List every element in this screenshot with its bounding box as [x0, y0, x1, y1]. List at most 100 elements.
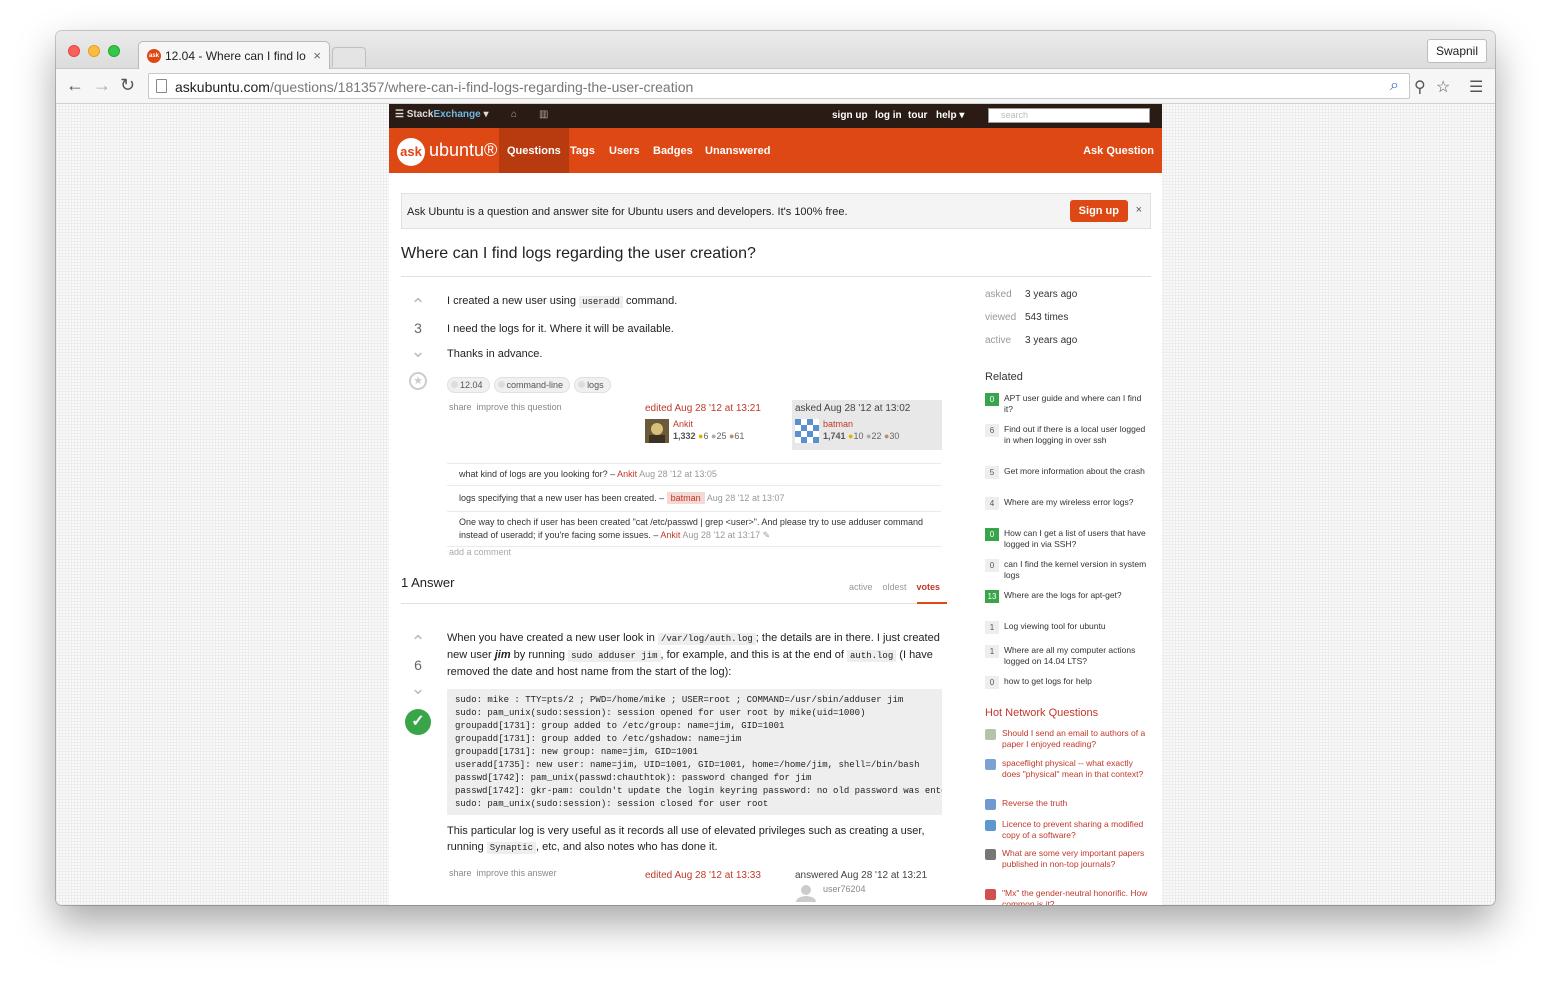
editor-name[interactable]: Ankit	[673, 419, 693, 429]
upvote-arrow-icon[interactable]: ⌃	[405, 633, 431, 651]
nav-users[interactable]: Users	[601, 128, 648, 173]
divider	[401, 276, 1151, 277]
search-lens-icon[interactable]: ⌕	[1390, 77, 1399, 95]
stat-label: viewed	[985, 312, 1017, 323]
profile-button[interactable]: Swapnil	[1426, 39, 1487, 63]
comment-date[interactable]: Aug 28 '12 at 13:17 ✎	[682, 530, 770, 540]
signup-button[interactable]: Sign up	[1069, 200, 1128, 222]
stat-value[interactable]: 3 years ago	[1025, 335, 1077, 346]
askubuntu-logo[interactable]: ask	[397, 138, 425, 166]
browser-tab[interactable]: ask 12.04 - Where can I find lo ×	[138, 41, 330, 69]
downvote-arrow-icon[interactable]: ⌄	[405, 679, 431, 697]
hot-network-heading[interactable]: Hot Network Questions	[985, 707, 1098, 719]
edited-timestamp[interactable]: edited Aug 28 '12 at 13:21	[645, 403, 789, 414]
nav-tags[interactable]: Tags	[562, 128, 603, 173]
achievements-icon[interactable]: ▥	[539, 109, 548, 120]
sort-oldest[interactable]: oldest	[883, 582, 907, 592]
tag-12-04[interactable]: 12.04	[447, 377, 490, 393]
related-title[interactable]: How can I get a list of users that have …	[1004, 528, 1149, 550]
improve-answer-link[interactable]: improve this answer	[477, 868, 557, 878]
share-link[interactable]: share	[449, 402, 472, 412]
ubuntu-wordmark[interactable]: ubuntu®	[429, 140, 497, 161]
related-title[interactable]: Where are all my computer actions logged…	[1004, 645, 1149, 667]
inbox-icon[interactable]: ⌂	[511, 109, 517, 120]
sort-active[interactable]: active	[849, 582, 873, 592]
maximize-window-button[interactable]	[108, 45, 120, 57]
comment-user[interactable]: Ankit	[660, 530, 680, 540]
forward-arrow-icon[interactable]: →	[93, 75, 111, 96]
login-link[interactable]: log in	[875, 110, 902, 121]
stat-value[interactable]: 3 years ago	[1025, 289, 1077, 300]
related-title[interactable]: can I find the kernel version in system …	[1004, 559, 1149, 581]
related-title[interactable]: Where are the logs for apt-get?	[1004, 590, 1149, 601]
close-notice-icon[interactable]: ×	[1136, 204, 1142, 216]
comment: One way to chech if user has been create…	[447, 511, 941, 547]
comment-user[interactable]: batman	[666, 492, 705, 504]
question-vote-count: 3	[414, 320, 422, 336]
answer-body-p2: This particular log is very useful as it…	[447, 823, 947, 856]
favorite-star-icon[interactable]: ★	[409, 372, 427, 390]
answered-timestamp[interactable]: answered Aug 28 '12 at 13:21	[795, 870, 939, 881]
hot-question-title[interactable]: What are some very important papers publ…	[1002, 848, 1152, 870]
site-favicon-icon	[985, 849, 996, 860]
add-comment-link[interactable]: add a comment	[449, 547, 511, 557]
bookmark-star-icon[interactable]: ☆	[1436, 77, 1450, 97]
address-bar[interactable]: askubuntu.com/questions/181357/where-can…	[148, 73, 1410, 99]
tag-command-line[interactable]: command-line	[493, 377, 571, 393]
new-tab-button[interactable]	[332, 47, 366, 67]
hot-question-title[interactable]: Reverse the truth	[1002, 798, 1152, 809]
related-title[interactable]: APT user guide and where can I find it?	[1004, 393, 1149, 415]
user76204-avatar[interactable]	[795, 884, 817, 902]
close-window-button[interactable]	[68, 45, 80, 57]
nav-badges[interactable]: Badges	[645, 128, 701, 173]
back-arrow-icon[interactable]: ←	[66, 75, 84, 96]
related-title[interactable]: Log viewing tool for ubuntu	[1004, 621, 1149, 632]
search-input[interactable]: search	[988, 108, 1150, 123]
menu-icon[interactable]: ☰	[1469, 77, 1483, 97]
stat-label: active	[985, 335, 1012, 346]
upvote-arrow-icon[interactable]: ⌃	[405, 296, 431, 314]
comment-date[interactable]: Aug 28 '12 at 13:05	[639, 469, 717, 479]
owner-name[interactable]: batman	[823, 419, 853, 429]
inline-code: useradd	[579, 296, 623, 308]
hot-question-title[interactable]: spaceflight physical -- what exactly doe…	[1002, 758, 1152, 780]
url-path: /questions/181357/where-can-i-find-logs-…	[269, 79, 694, 95]
reload-icon[interactable]: ↻	[120, 75, 135, 96]
comment-user[interactable]: Ankit	[617, 469, 637, 479]
minimize-window-button[interactable]	[88, 45, 100, 57]
answer-edited-timestamp[interactable]: edited Aug 28 '12 at 13:33	[645, 870, 789, 881]
nav-unanswered[interactable]: Unanswered	[697, 128, 778, 173]
zoom-icon[interactable]: ⚲	[1414, 77, 1426, 97]
hot-question-title[interactable]: Should I send an email to authors of a p…	[1002, 728, 1152, 750]
question-title[interactable]: Where can I find logs regarding the user…	[401, 245, 756, 263]
tab-close-icon[interactable]: ×	[313, 48, 321, 63]
tag-logs[interactable]: logs	[574, 377, 611, 393]
hot-question-title[interactable]: "Mx" the gender-neutral honorific. How c…	[1002, 888, 1152, 905]
stat-viewed: viewed 543 times	[985, 312, 1068, 323]
help-link[interactable]: help ▾	[936, 110, 964, 121]
asked-timestamp[interactable]: asked Aug 28 '12 at 13:02	[795, 403, 939, 414]
answerer-name[interactable]: user76204	[823, 884, 866, 894]
related-title[interactable]: Get more information about the crash	[1004, 466, 1149, 477]
sort-votes[interactable]: votes	[917, 582, 941, 592]
ask-question-button[interactable]: Ask Question	[1075, 128, 1162, 173]
signup-link[interactable]: sign up	[832, 110, 868, 121]
nav-questions[interactable]: Questions	[499, 128, 569, 173]
related-title[interactable]: how to get logs for help	[1004, 676, 1149, 687]
related-title[interactable]: Where are my wireless error logs?	[1004, 497, 1149, 508]
downvote-arrow-icon[interactable]: ⌄	[405, 342, 431, 360]
site-favicon-icon	[985, 799, 996, 810]
browser-window: ask 12.04 - Where can I find lo × Swapni…	[56, 31, 1495, 905]
tour-link[interactable]: tour	[908, 110, 927, 121]
bronze-badges: 61	[734, 431, 745, 441]
batman-avatar[interactable]	[795, 419, 819, 443]
related-title[interactable]: Find out if there is a local user logged…	[1004, 424, 1149, 446]
related-score: 0	[985, 559, 999, 572]
stackexchange-logo[interactable]: ☰ StackExchange ▾	[395, 109, 489, 120]
text: command.	[622, 295, 678, 307]
share-link[interactable]: share	[449, 868, 472, 878]
ankit-avatar[interactable]	[645, 419, 669, 443]
improve-question-link[interactable]: improve this question	[477, 402, 562, 412]
comment-date[interactable]: Aug 28 '12 at 13:07	[707, 493, 785, 503]
hot-question-title[interactable]: Licence to prevent sharing a modified co…	[1002, 819, 1152, 841]
